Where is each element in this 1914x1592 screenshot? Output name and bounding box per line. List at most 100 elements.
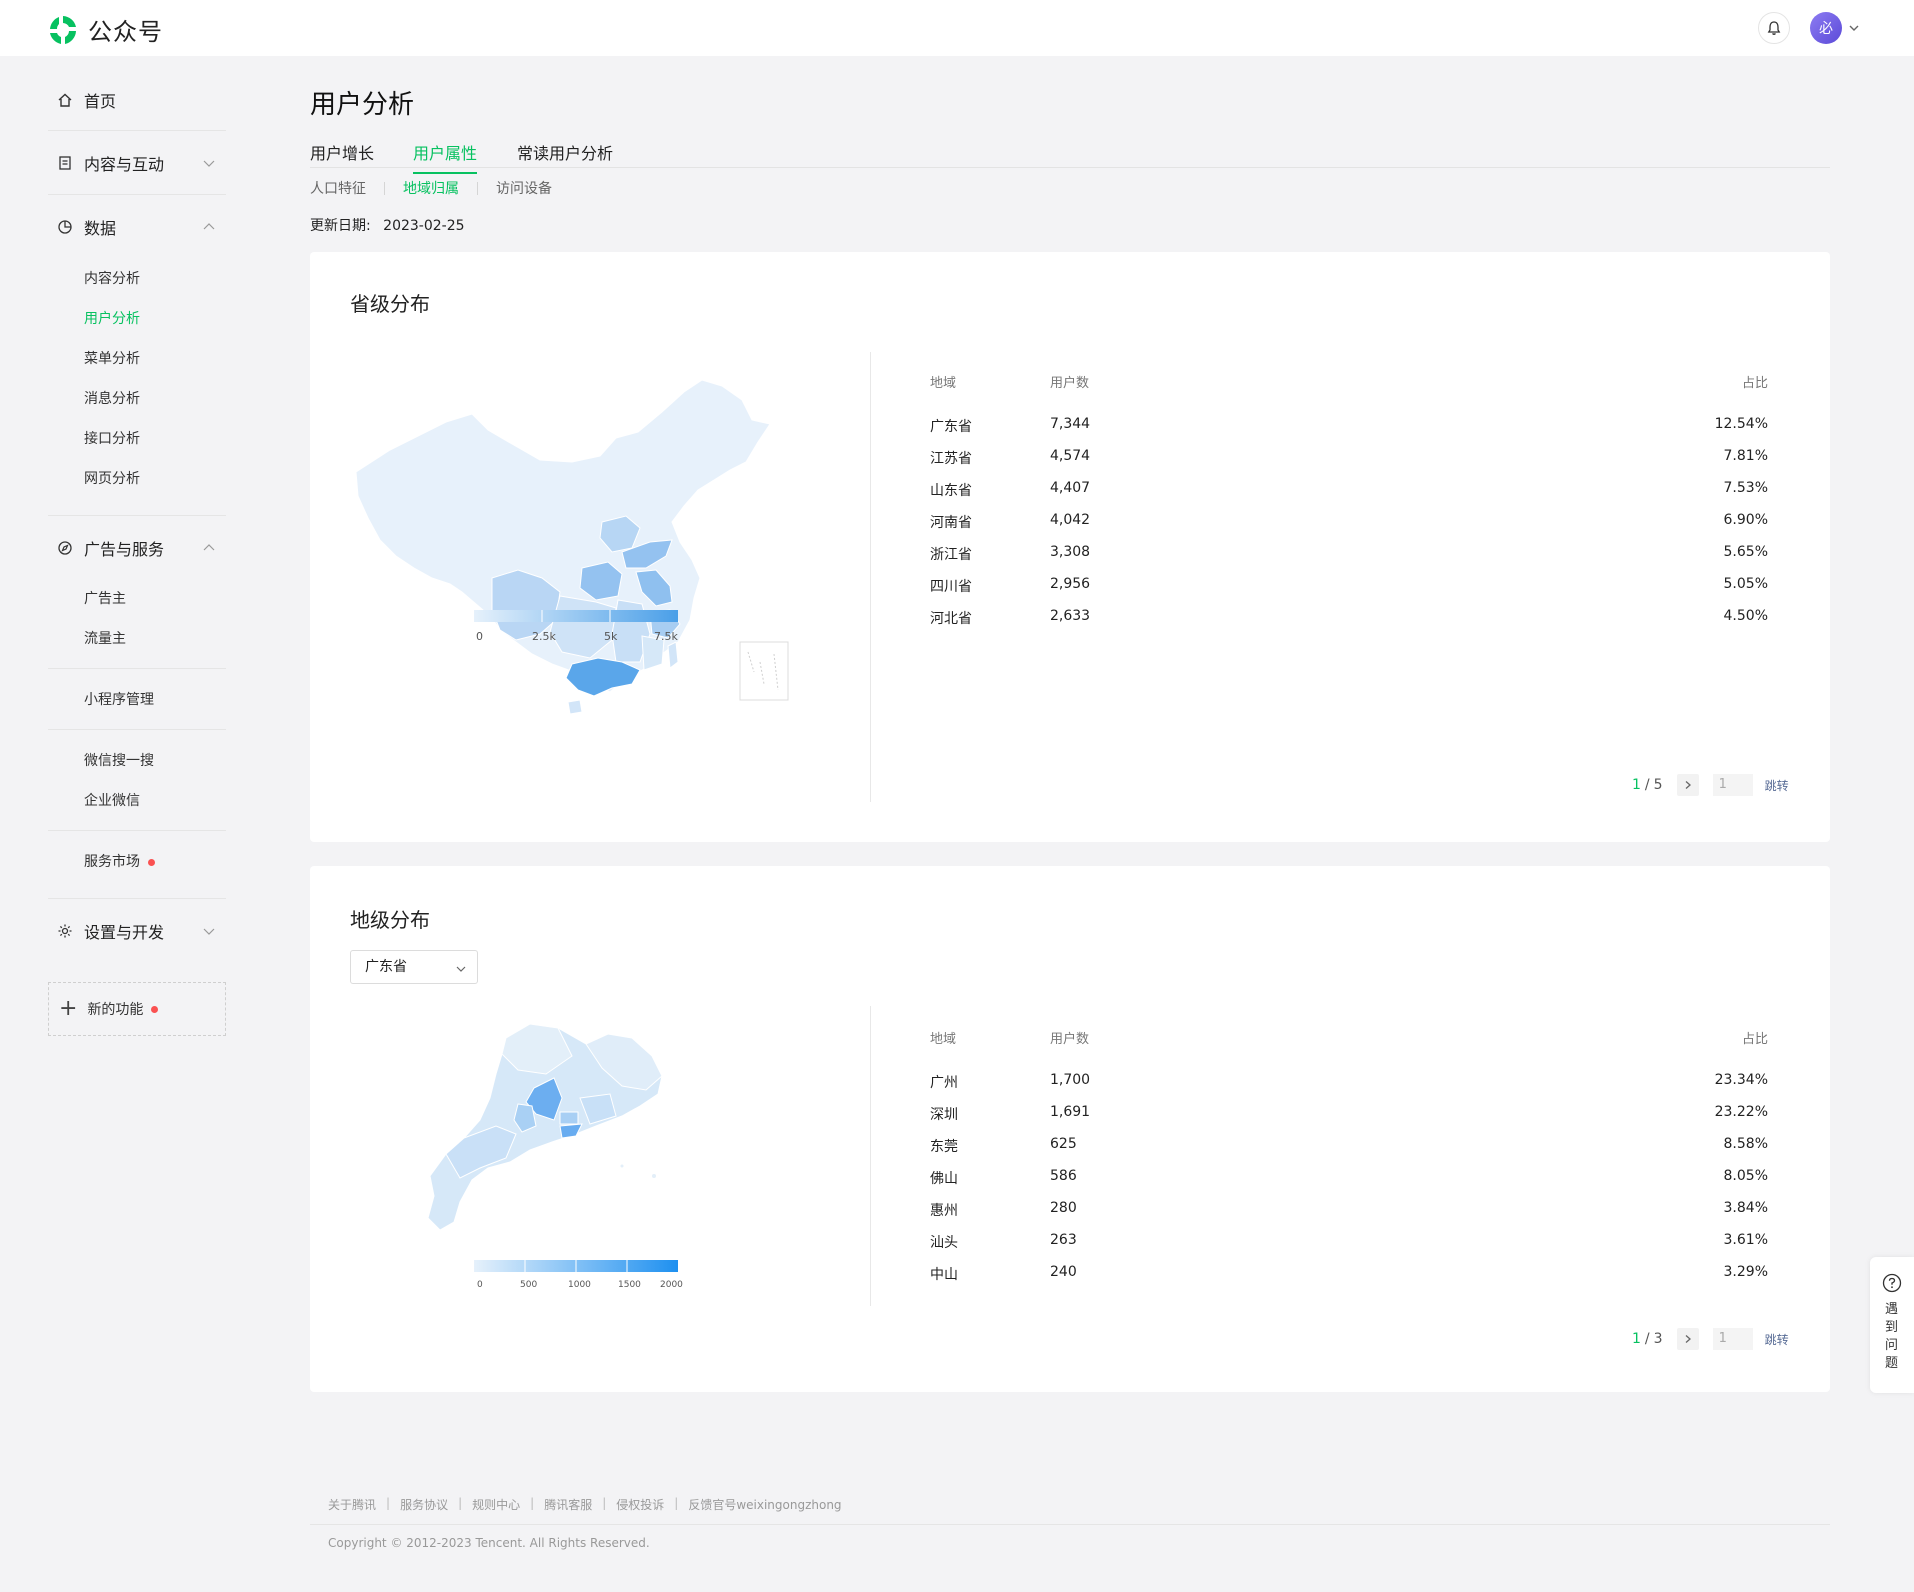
page-jump-button[interactable]: 跳转 [1765, 1331, 1789, 1348]
tab-user-growth[interactable]: 用户增长 [310, 140, 374, 172]
next-page-button[interactable] [1676, 774, 1699, 796]
notification-button[interactable] [1758, 12, 1790, 44]
chevron-up-icon [203, 544, 215, 551]
sidebar-item-label: 广告与服务 [84, 540, 165, 559]
update-value: 2023-02-25 [383, 218, 465, 234]
column-header-region: 地域 [930, 1032, 957, 1047]
sidebar-item-ads[interactable]: 广告与服务 [48, 528, 226, 568]
legend-label: 2.5k [532, 630, 556, 643]
sidebar-item-work-wechat[interactable]: 企业微信 [84, 790, 140, 810]
legend-label: 2000 [660, 1280, 683, 1290]
main-tabs: 用户增长 用户属性 常读用户分析 [310, 140, 1830, 174]
table-cell-region: 中山 [930, 1267, 958, 1283]
column-header-share: 占比 [1742, 376, 1769, 391]
footer-link[interactable]: 关于腾讯 [328, 1496, 376, 1513]
table-cell-share: 5.65% [1723, 544, 1768, 560]
chevron-down-icon [203, 928, 215, 935]
sidebar-item-service-market[interactable]: 服务市场 [84, 851, 155, 871]
sidebar-item-settings[interactable]: 设置与开发 [48, 911, 226, 951]
wechat-mp-logo-icon [50, 15, 76, 44]
sidebar-subitem-user-analysis[interactable]: 用户分析 [84, 308, 140, 328]
table-cell-users: 3,308 [1050, 544, 1091, 560]
footer-link[interactable]: 规则中心 [472, 1496, 520, 1513]
legend-label: 7.5k [654, 630, 678, 643]
page-number-input[interactable]: 1 [1712, 774, 1753, 796]
sidebar-subitem-menu-analysis[interactable]: 菜单分析 [84, 348, 140, 368]
legend-label: 500 [520, 1280, 538, 1290]
footer-link[interactable]: 服务协议 [400, 1496, 448, 1513]
divider [48, 130, 226, 131]
table-cell-share: 7.81% [1723, 448, 1768, 464]
page-separator: / [1644, 777, 1650, 793]
new-features-label: 新的功能 [87, 1002, 144, 1018]
sidebar-subitem-webpage-analysis[interactable]: 网页分析 [84, 468, 140, 488]
footer-separator: | [386, 1496, 391, 1510]
table-cell-share: 3.61% [1723, 1232, 1768, 1248]
footer-links: 关于腾讯 | 服务协议 | 规则中心 | 腾讯客服 | 侵权投诉 | 反馈官号weixingongz… [328, 1496, 842, 1513]
page-number-input[interactable]: 1 [1712, 1328, 1753, 1350]
sidebar-item-label: 服务市场 [84, 854, 140, 870]
divider [48, 668, 226, 669]
map-region-dongguan [559, 1111, 579, 1125]
tab-frequent-readers[interactable]: 常读用户分析 [517, 140, 613, 172]
table-cell-users: 1,691 [1050, 1104, 1091, 1120]
sidebar-item-miniprogram[interactable]: 小程序管理 [84, 689, 154, 709]
footer-separator: | [530, 1496, 535, 1510]
sidebar-subitem-content-analysis[interactable]: 内容分析 [84, 268, 140, 288]
table-cell-share: 7.53% [1723, 480, 1768, 496]
table-cell-region: 四川省 [930, 579, 972, 595]
update-label: 更新日期: [310, 218, 371, 234]
table-cell-users: 7,344 [1050, 416, 1091, 432]
footer-link[interactable]: 侵权投诉 [616, 1496, 664, 1513]
subtab-demographics[interactable]: 人口特征 [310, 178, 366, 198]
sidebar-item-label: 首页 [84, 92, 117, 111]
sidebar-subitem-message-analysis[interactable]: 消息分析 [84, 388, 140, 408]
sidebar-item-wechat-search[interactable]: 微信搜一搜 [84, 750, 154, 770]
city-distribution-card: 地级分布 广东省 0 500 1000 1500 2000 地域 用户数 占比 … [310, 866, 1830, 1392]
legend-label: 1500 [618, 1280, 641, 1290]
table-cell-share: 6.90% [1723, 512, 1768, 528]
help-label: 遇到问题 [1885, 1302, 1899, 1371]
table-cell-region: 广州 [930, 1075, 958, 1091]
column-header-region: 地域 [930, 376, 957, 391]
sidebar-subitem-advertiser[interactable]: 广告主 [84, 588, 126, 608]
sidebar-item-content[interactable]: 内容与互动 [48, 143, 226, 183]
sidebar-subitem-publisher[interactable]: 流量主 [84, 628, 126, 648]
footer-link[interactable]: 腾讯客服 [544, 1496, 592, 1513]
notification-dot [151, 1005, 159, 1013]
sidebar-item-data[interactable]: 数据 [48, 207, 226, 247]
table-cell-users: 4,042 [1050, 512, 1091, 528]
table-cell-share: 8.05% [1723, 1168, 1768, 1184]
page-current: 1 [1632, 1331, 1641, 1347]
sidebar-item-label: 内容与互动 [84, 155, 165, 174]
tab-user-attributes[interactable]: 用户属性 [413, 140, 478, 174]
gear-icon [58, 924, 72, 938]
page-jump-button[interactable]: 跳转 [1765, 777, 1789, 794]
chevron-down-icon[interactable] [1848, 22, 1860, 34]
avatar[interactable]: 必 [1810, 12, 1842, 44]
divider [48, 898, 226, 899]
sidebar-item-home[interactable]: 首页 [48, 80, 226, 120]
table-cell-region: 浙江省 [930, 547, 972, 563]
chevron-right-icon [1685, 1335, 1691, 1343]
chevron-right-icon [1685, 781, 1691, 789]
logo[interactable]: 公众号 [46, 12, 163, 47]
subtab-region[interactable]: 地域归属 [403, 178, 459, 198]
document-icon [59, 156, 71, 170]
map-region-taiwan [667, 641, 679, 669]
help-float-button[interactable]: 遇到问题 [1870, 1257, 1914, 1393]
table-cell-users: 625 [1050, 1136, 1077, 1152]
bell-icon [1767, 21, 1781, 35]
table-cell-region: 河南省 [930, 515, 972, 531]
new-features-button[interactable]: + 新的功能 [48, 982, 226, 1036]
province-select[interactable]: 广东省 [350, 950, 478, 984]
table-cell-share: 4.50% [1723, 608, 1768, 624]
subtab-devices[interactable]: 访问设备 [496, 178, 552, 198]
chevron-down-icon [203, 160, 215, 167]
footer-link[interactable]: 反馈官号weixingongzhong [688, 1496, 841, 1513]
next-page-button[interactable] [1676, 1328, 1699, 1350]
notification-dot [148, 858, 155, 866]
sidebar-subitem-api-analysis[interactable]: 接口分析 [84, 428, 140, 448]
map-legend-bar [474, 610, 678, 622]
column-header-users: 用户数 [1050, 1032, 1090, 1047]
